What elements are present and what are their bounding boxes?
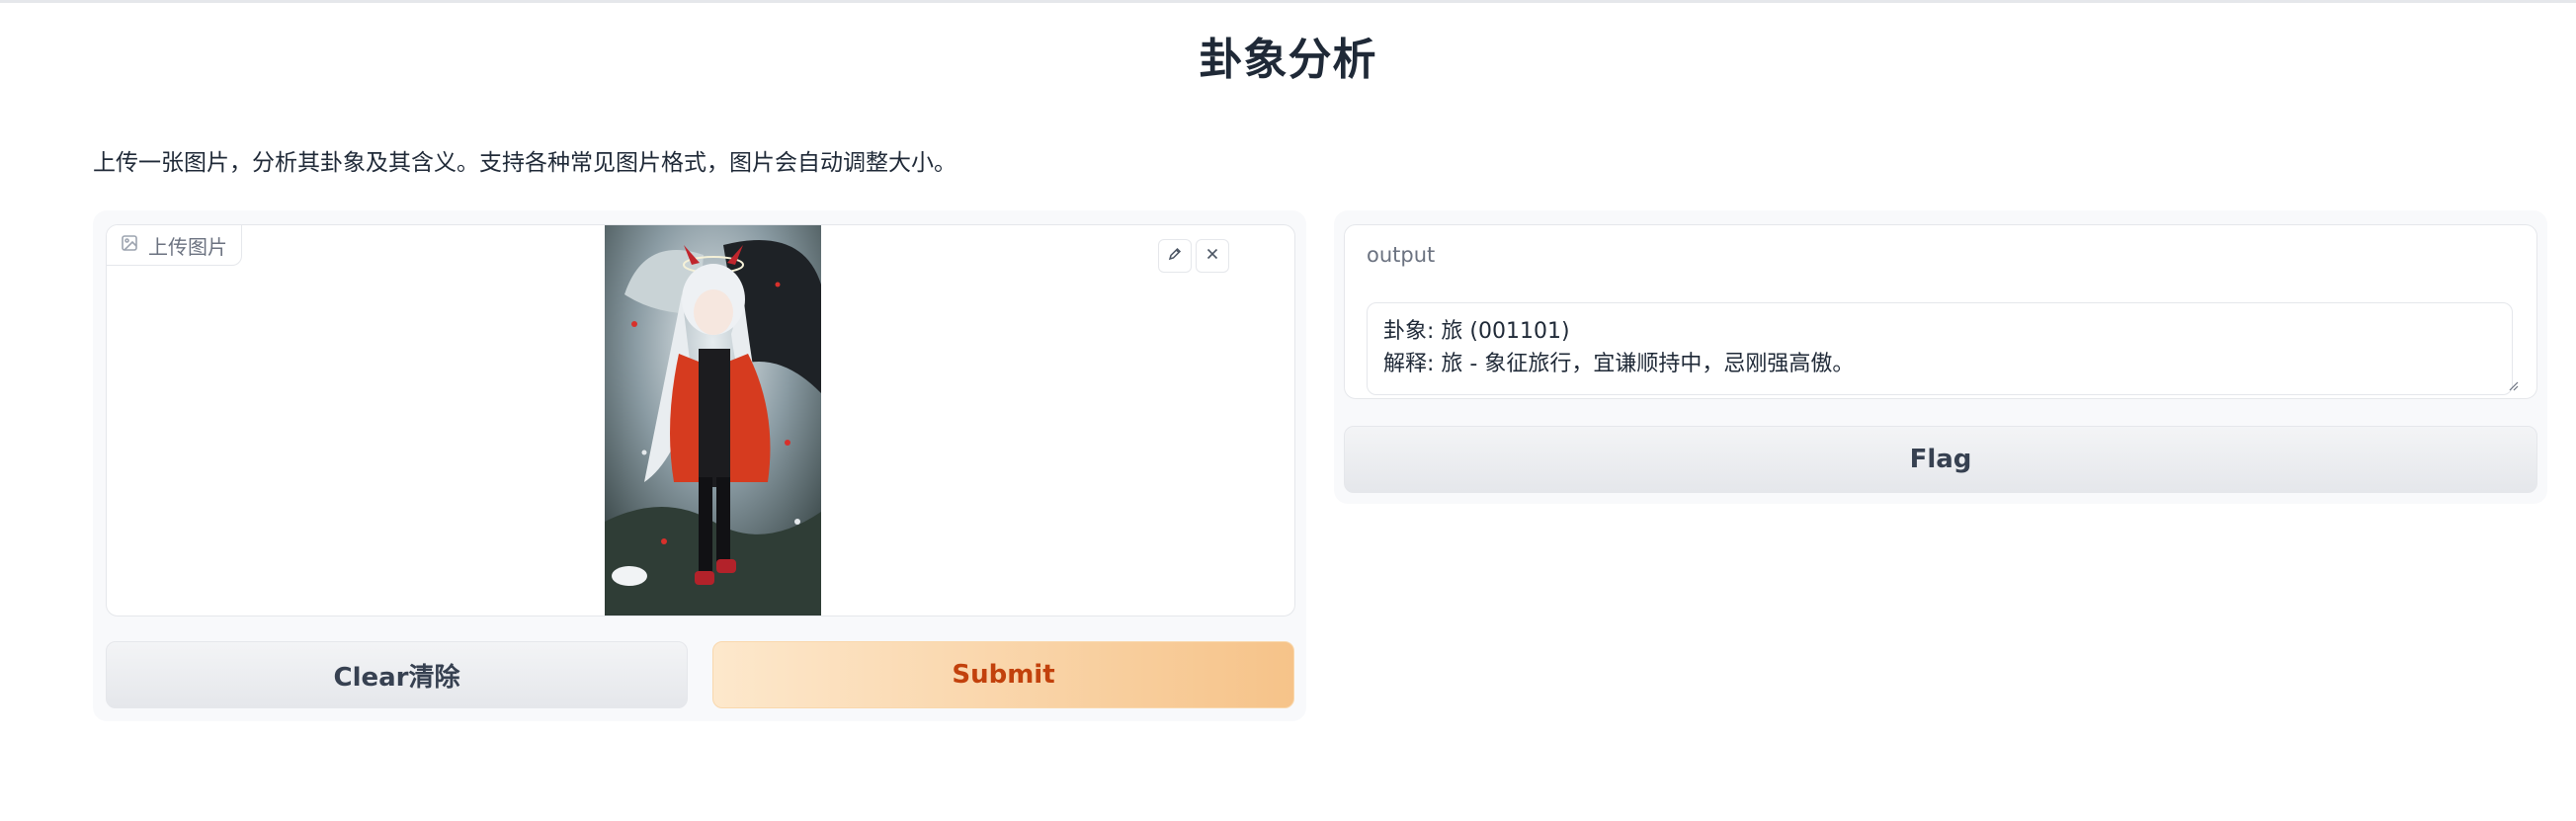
edit-image-button[interactable] bbox=[1158, 239, 1192, 273]
input-panel: 上传图片 Clear清除 Submit bbox=[93, 210, 1306, 721]
output-textarea[interactable]: 卦象: 旅 (001101) 解释: 旅 - 象征旅行，宜谦顺持中，忌刚强高傲。 bbox=[1367, 302, 2513, 395]
page-description: 上传一张图片，分析其卦象及其含义。支持各种常见图片格式，图片会自动调整大小。 bbox=[93, 150, 956, 176]
output-box: output 卦象: 旅 (001101) 解释: 旅 - 象征旅行，宜谦顺持中… bbox=[1344, 224, 2537, 399]
clear-button[interactable]: Clear清除 bbox=[106, 641, 688, 708]
flag-button[interactable]: Flag bbox=[1344, 426, 2537, 493]
output-label: output bbox=[1367, 243, 1436, 267]
resize-handle-icon[interactable] bbox=[2507, 379, 2519, 391]
output-panel: output 卦象: 旅 (001101) 解释: 旅 - 象征旅行，宜谦顺持中… bbox=[1334, 210, 2547, 504]
image-input-label-text: 上传图片 bbox=[148, 234, 227, 259]
image-icon bbox=[121, 233, 138, 257]
image-upload-area[interactable]: 上传图片 bbox=[106, 224, 1295, 616]
pencil-icon bbox=[1167, 246, 1183, 266]
close-icon bbox=[1205, 246, 1220, 266]
uploaded-image bbox=[605, 225, 821, 616]
image-input-label: 上传图片 bbox=[107, 225, 242, 266]
top-border bbox=[0, 0, 2576, 3]
remove-image-button[interactable] bbox=[1196, 239, 1229, 273]
page-title: 卦象分析 bbox=[1199, 35, 1377, 85]
submit-button[interactable]: Submit bbox=[712, 641, 1294, 708]
